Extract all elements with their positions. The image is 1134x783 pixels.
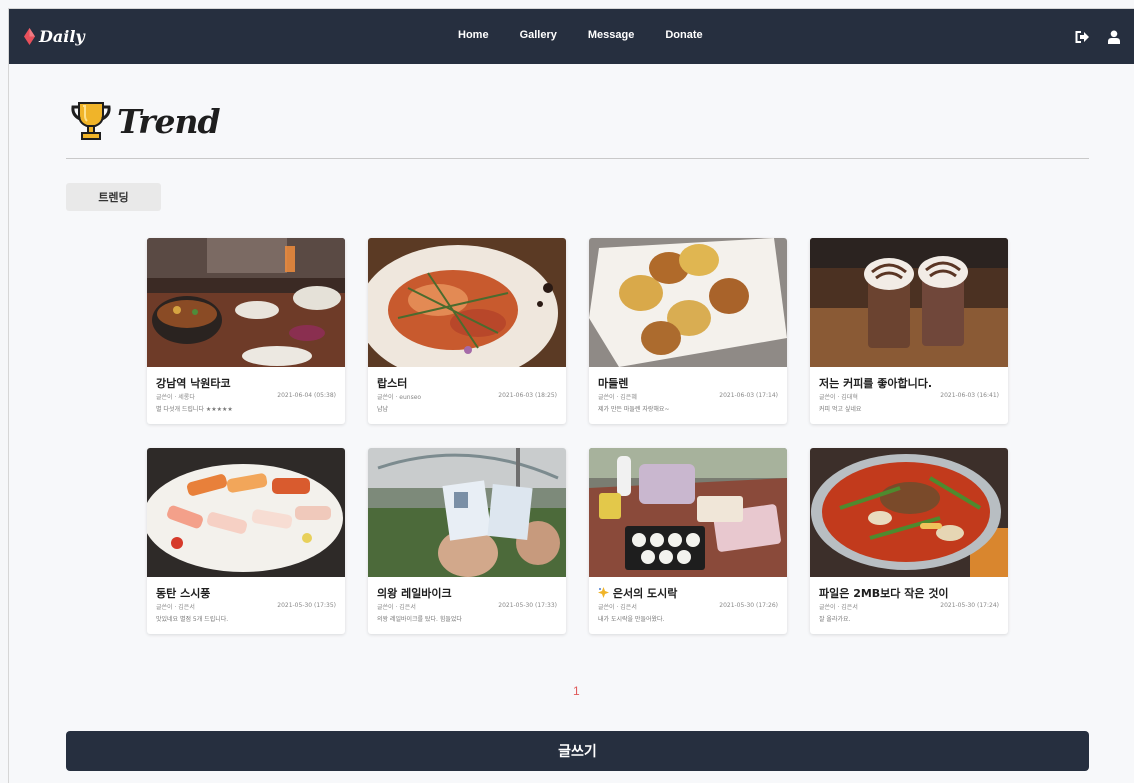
pagination-page-1[interactable]: 1 <box>573 684 580 698</box>
sushi-plate-photo <box>147 448 345 577</box>
post-card[interactable]: 랍스터 글쓴이 · eunseo 2021-06-03 (18:25) 냠냠 <box>368 238 566 424</box>
rail-bike-tickets-photo <box>368 448 566 577</box>
trending-tag-button[interactable]: 트렌딩 <box>66 183 161 211</box>
browser-frame: Daily Home Gallery Message Donate Trend … <box>8 8 1134 783</box>
post-card[interactable]: 동탄 스시풍 글쓴이 · 김은서 2021-05-30 (17:35) 맛있네요… <box>147 448 345 634</box>
write-post-button[interactable]: 글쓰기 <box>66 731 1089 771</box>
post-card[interactable]: 저는 커피를 좋아합니다. 글쓴이 · 김대혁 2021-06-03 (16:4… <box>810 238 1008 424</box>
nav-donate-link[interactable]: Donate <box>665 29 702 41</box>
card-date: 2021-05-30 (17:35) <box>277 602 336 609</box>
card-body: 동탄 스시풍 글쓴이 · 김은서 2021-05-30 (17:35) 맛있네요… <box>147 577 345 623</box>
card-title: 저는 커피를 좋아합니다. <box>819 377 933 389</box>
card-description: 내가 도시락을 만들어왔다. <box>598 616 665 623</box>
nav-gallery-link[interactable]: Gallery <box>520 29 557 41</box>
tacos-on-table-photo <box>147 238 345 367</box>
card-description: 냠냠 <box>377 406 389 413</box>
card-body: 은서의 도시락 글쓴이 · 김은서 2021-05-30 (17:26) 내가 … <box>589 577 787 623</box>
card-date: 2021-06-03 (16:41) <box>940 392 999 399</box>
logout-icon[interactable] <box>1075 30 1089 44</box>
card-body: 저는 커피를 좋아합니다. 글쓴이 · 김대혁 2021-06-03 (16:4… <box>810 367 1008 413</box>
sparkle-icon <box>598 587 609 598</box>
card-body: 의왕 레일바이크 글쓴이 · 김은서 2021-05-30 (17:33) 의왕… <box>368 577 566 623</box>
card-date: 2021-05-30 (17:33) <box>498 602 557 609</box>
nav-home-link[interactable]: Home <box>458 29 489 41</box>
card-description: 의왕 레일바이크를 탔다. 힘들었다 <box>377 616 462 623</box>
card-title: 파일은 2MB보다 작은 것이 <box>819 587 949 599</box>
post-card[interactable]: 강남역 낙원타코 글쓴이 · 세롱다 2021-06-04 (05:38) 별 … <box>147 238 345 424</box>
card-meta: 글쓴이 · eunseo 2021-06-03 (18:25) <box>377 392 557 401</box>
navbar: Daily Home Gallery Message Donate <box>9 9 1134 64</box>
card-title: 동탄 스시풍 <box>156 587 211 599</box>
card-description: 별 다섯개 드립니다 ★★★★★ <box>156 406 233 413</box>
nav-actions <box>1075 30 1121 44</box>
user-icon[interactable] <box>1107 30 1121 44</box>
nav-message-link[interactable]: Message <box>588 29 634 41</box>
post-card[interactable]: 의왕 레일바이크 글쓴이 · 김은서 2021-05-30 (17:33) 의왕… <box>368 448 566 634</box>
post-grid: 강남역 낙원타코 글쓴이 · 세롱다 2021-06-04 (05:38) 별 … <box>147 238 1008 634</box>
card-date: 2021-06-03 (17:14) <box>719 392 778 399</box>
card-meta: 글쓴이 · 세롱다 2021-06-04 (05:38) <box>156 392 336 401</box>
card-meta: 글쓴이 · 김은서 2021-05-30 (17:24) <box>819 602 999 611</box>
card-author: 글쓴이 · 김은서 <box>598 604 637 611</box>
card-date: 2021-05-30 (17:24) <box>940 602 999 609</box>
card-title: 강남역 낙원타코 <box>156 377 231 389</box>
card-author: 글쓴이 · 김은서 <box>156 604 195 611</box>
card-meta: 글쓴이 · 김은서 2021-05-30 (17:26) <box>598 602 778 611</box>
coffee-drinks-photo <box>810 238 1008 367</box>
card-body: 랍스터 글쓴이 · eunseo 2021-06-03 (18:25) 냠냠 <box>368 367 566 413</box>
post-card[interactable]: 마들렌 글쓴이 · 김은혜 2021-06-03 (17:14) 제가 만든 마… <box>589 238 787 424</box>
card-title-text: 은서의 도시락 <box>612 587 678 599</box>
card-body: 파일은 2MB보다 작은 것이 글쓴이 · 김은서 2021-05-30 (17… <box>810 577 1008 623</box>
card-author: 글쓴이 · 김은서 <box>819 604 858 611</box>
card-meta: 글쓴이 · 김은서 2021-05-30 (17:33) <box>377 602 557 611</box>
page-heading: Trend <box>69 99 221 143</box>
heading-divider <box>66 158 1089 159</box>
card-meta: 글쓴이 · 김은혜 2021-06-03 (17:14) <box>598 392 778 401</box>
post-card[interactable]: 은서의 도시락 글쓴이 · 김은서 2021-05-30 (17:26) 내가 … <box>589 448 787 634</box>
diamond-icon <box>24 28 35 45</box>
card-author: 글쓴이 · 김은혜 <box>598 394 637 401</box>
card-title: 의왕 레일바이크 <box>377 587 452 599</box>
page-title: Trend <box>117 101 221 141</box>
card-meta: 글쓴이 · 김은서 2021-05-30 (17:35) <box>156 602 336 611</box>
card-description: 맛있네요 별점 5개 드립니다. <box>156 616 229 623</box>
card-description: 잘 올라가요. <box>819 616 851 623</box>
card-description: 제가 만든 마들렌 자랑해요~ <box>598 406 670 413</box>
card-date: 2021-05-30 (17:26) <box>719 602 778 609</box>
lobster-dish-photo <box>368 238 566 367</box>
lunchbox-picnic-photo <box>589 448 787 577</box>
spicy-stew-photo <box>810 448 1008 577</box>
brand-logo[interactable]: Daily <box>24 27 85 46</box>
card-date: 2021-06-03 (18:25) <box>498 392 557 399</box>
card-description: 커피 먹고 싶네요 <box>819 406 862 413</box>
trophy-icon <box>71 102 111 140</box>
madeleines-plate-photo <box>589 238 787 367</box>
card-body: 마들렌 글쓴이 · 김은혜 2021-06-03 (17:14) 제가 만든 마… <box>589 367 787 413</box>
nav-links: Home Gallery Message Donate <box>458 29 734 41</box>
card-meta: 글쓴이 · 김대혁 2021-06-03 (16:41) <box>819 392 999 401</box>
brand-name: Daily <box>39 27 85 46</box>
card-title: 랍스터 <box>377 377 408 389</box>
card-author: 글쓴이 · eunseo <box>377 394 422 401</box>
card-date: 2021-06-04 (05:38) <box>277 392 336 399</box>
post-card[interactable]: 파일은 2MB보다 작은 것이 글쓴이 · 김은서 2021-05-30 (17… <box>810 448 1008 634</box>
card-title: 은서의 도시락 <box>598 585 778 599</box>
card-author: 글쓴이 · 세롱다 <box>156 394 195 401</box>
card-title: 마들렌 <box>598 377 629 389</box>
card-body: 강남역 낙원타코 글쓴이 · 세롱다 2021-06-04 (05:38) 별 … <box>147 367 345 413</box>
card-author: 글쓴이 · 김대혁 <box>819 394 858 401</box>
card-author: 글쓴이 · 김은서 <box>377 604 416 611</box>
